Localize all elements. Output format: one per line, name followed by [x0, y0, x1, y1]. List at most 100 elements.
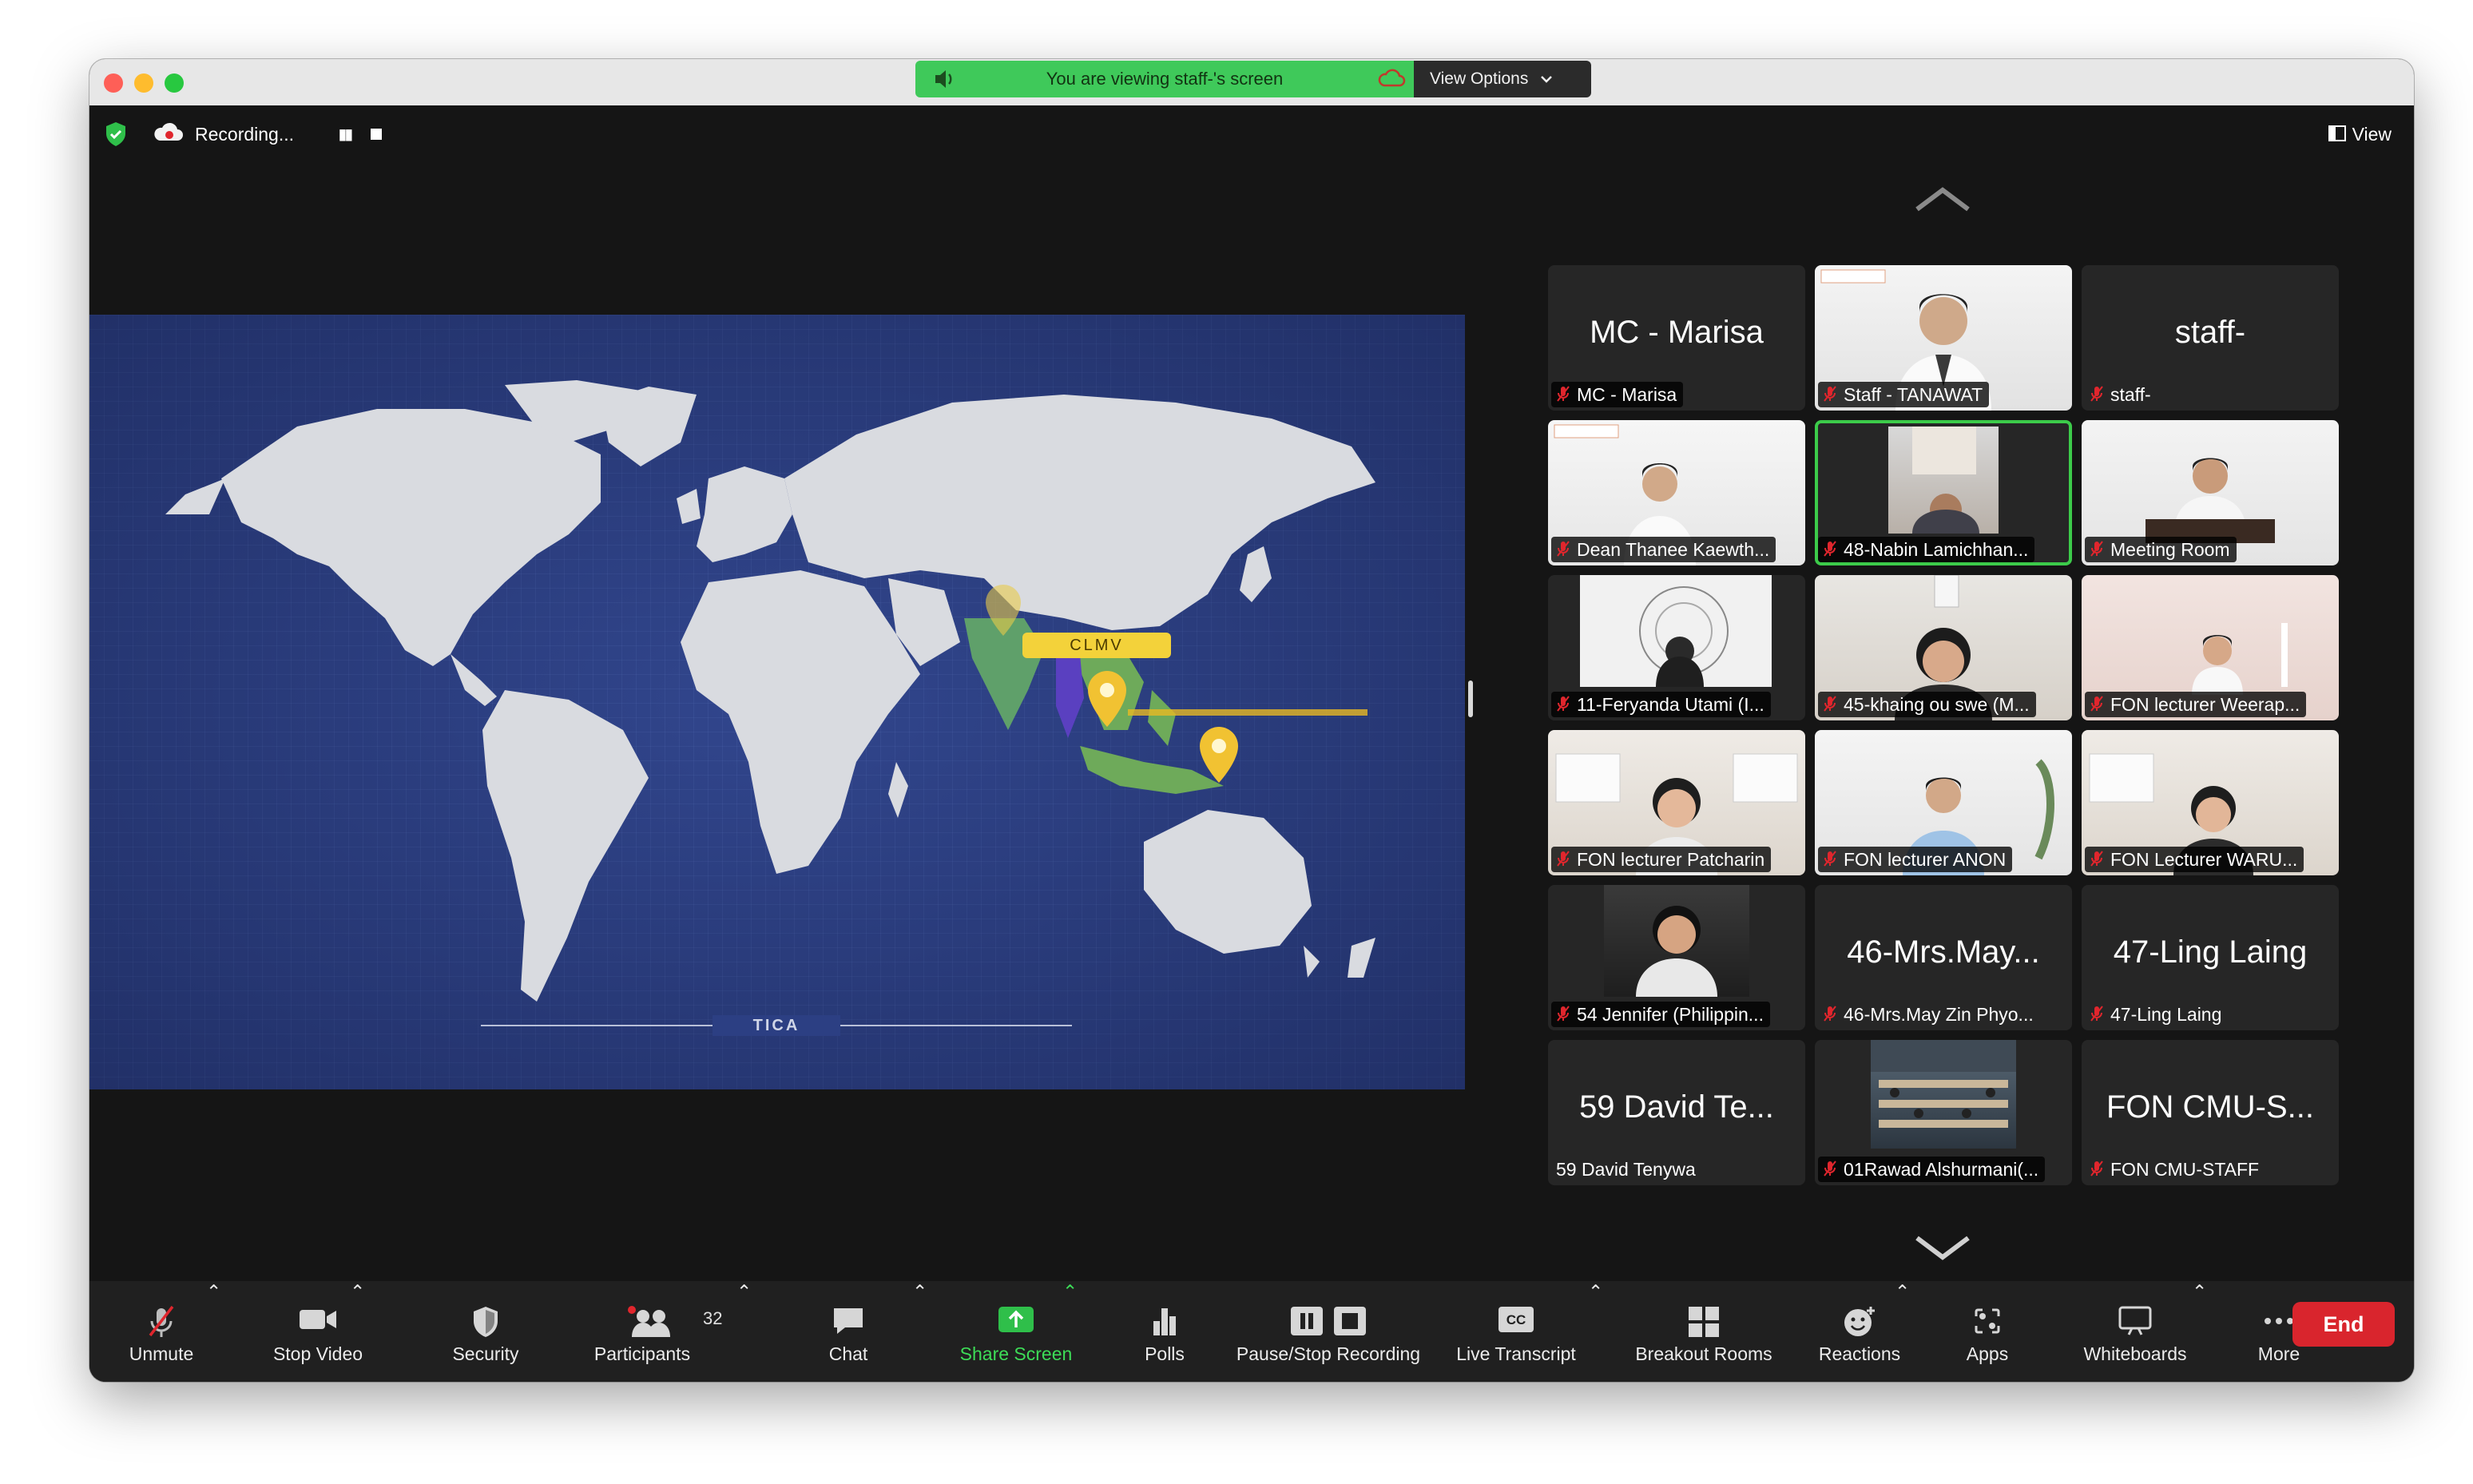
recording-indicator[interactable]: Recording... ▮▮: [153, 117, 393, 152]
participant-tile[interactable]: FON lecturer ANON: [1815, 730, 2072, 875]
muted-mic-icon: [2090, 1158, 2104, 1182]
chat-label: Chat: [828, 1343, 868, 1364]
participant-tile[interactable]: FON Lecturer WARU...: [2082, 730, 2339, 875]
polls-button[interactable]: Polls: [1109, 1281, 1221, 1382]
participant-tile[interactable]: 45-khaing ou swe (M...: [1815, 575, 2072, 720]
meeting-toolbar: Unmute ⌃ Stop Video ⌃ Security 32 Partic…: [89, 1281, 2414, 1382]
participant-name-label: FON lecturer Patcharin: [1551, 847, 1772, 872]
share-options-caret-icon[interactable]: ⌃: [1062, 1281, 1078, 1382]
pause-stop-recording-icon: [1289, 1305, 1367, 1342]
participant-tile[interactable]: Staff - TANAWAT: [1815, 265, 2072, 411]
participant-tile[interactable]: 59 David Te... 59 David Tenywa: [1548, 1040, 1805, 1185]
participant-tile[interactable]: 46-Mrs.May... 46-Mrs.May Zin Phyo...: [1815, 885, 2072, 1030]
participants-count: 32: [703, 1308, 723, 1328]
participant-name: 59 David Tenywa: [1556, 1159, 1696, 1180]
cloud-recording-icon: [1377, 61, 1406, 110]
muted-mic-icon: [1556, 383, 1570, 407]
chat-button[interactable]: Chat: [792, 1281, 904, 1382]
pause-stop-recording-button[interactable]: Pause/Stop Recording: [1221, 1281, 1436, 1382]
participant-name-large: 46-Mrs.May...: [1847, 934, 2040, 970]
muted-mic-icon: [1556, 848, 1570, 872]
participant-avatar-image: [1639, 586, 1729, 687]
participant-tile[interactable]: FON CMU-S... FON CMU-STAFF: [2082, 1040, 2339, 1185]
participant-tile[interactable]: 01Rawad Alshurmani(...: [1815, 1040, 2072, 1185]
encryption-shield-icon[interactable]: [104, 121, 128, 151]
maximize-window-button[interactable]: [165, 73, 184, 93]
breakout-rooms-label: Breakout Rooms: [1635, 1343, 1772, 1364]
participants-label: Participants: [593, 1343, 691, 1364]
title-bar: You are viewing staff-'s screen View Opt…: [89, 59, 2414, 105]
end-meeting-button[interactable]: End: [2292, 1302, 2395, 1347]
muted-mic-icon: [1823, 1003, 1837, 1027]
view-layout-icon: [2328, 118, 2346, 153]
participant-name-label: 48-Nabin Lamichhan...: [1818, 537, 2035, 562]
participant-tile[interactable]: 11-Feryanda Utami (I...: [1548, 575, 1805, 720]
video-options-caret-icon[interactable]: ⌃: [350, 1281, 365, 1382]
participant-name: 11-Feryanda Utami (I...: [1577, 694, 1764, 715]
participant-name-label: FON lecturer ANON: [1818, 847, 2013, 872]
participant-tile[interactable]: MC - Marisa MC - Marisa: [1548, 265, 1805, 411]
polls-label: Polls: [1145, 1343, 1185, 1364]
video-camera-icon: [298, 1305, 338, 1339]
view-options-label: View Options: [1430, 69, 1529, 88]
participants-button[interactable]: 32 Participants: [564, 1281, 748, 1382]
breakout-rooms-grid-icon: [1687, 1305, 1721, 1343]
muted-mic-icon: [2090, 848, 2104, 872]
cloud-recording-icon: [153, 117, 185, 163]
split-view-resize-handle[interactable]: [1468, 680, 1473, 717]
view-button[interactable]: View: [2328, 117, 2392, 152]
reactions-options-caret-icon[interactable]: ⌃: [1895, 1281, 1910, 1382]
participant-name-label: 47-Ling Laing: [2085, 1002, 2228, 1027]
muted-mic-icon: [1556, 693, 1570, 717]
more-label: More: [2257, 1343, 2300, 1364]
participant-tile[interactable]: 54 Jennifer (Philippin...: [1548, 885, 1805, 1030]
breakout-rooms-button[interactable]: Breakout Rooms: [1620, 1281, 1788, 1382]
more-ellipsis-icon: [2261, 1305, 2296, 1342]
participant-tile[interactable]: FON lecturer Patcharin: [1548, 730, 1805, 875]
participants-options-caret-icon[interactable]: ⌃: [736, 1281, 752, 1382]
participant-name-label: 54 Jennifer (Philippin...: [1551, 1002, 1770, 1027]
apps-button[interactable]: Apps: [1931, 1281, 2043, 1382]
participant-tile[interactable]: 47-Ling Laing 47-Ling Laing: [2082, 885, 2339, 1030]
whiteboards-options-caret-icon[interactable]: ⌃: [2192, 1281, 2207, 1382]
participant-name-label: Meeting Room: [2085, 537, 2237, 562]
participant-avatar-image: [1636, 906, 1717, 997]
unmute-button[interactable]: Unmute: [105, 1281, 217, 1382]
cc-badge-text: CC: [1506, 1312, 1526, 1327]
participant-tile[interactable]: Meeting Room: [2082, 420, 2339, 565]
participant-tile[interactable]: Dean Thanee Kaewth...: [1548, 420, 1805, 565]
chat-options-caret-icon[interactable]: ⌃: [912, 1281, 927, 1382]
close-window-button[interactable]: [104, 73, 123, 93]
stop-video-button[interactable]: Stop Video: [246, 1281, 390, 1382]
participant-tile-active-speaker[interactable]: 48-Nabin Lamichhan...: [1815, 420, 2072, 565]
security-shield-icon: [471, 1305, 500, 1343]
pause-stop-recording-label: Pause/Stop Recording: [1236, 1343, 1421, 1364]
video-feed: [1871, 1040, 2016, 1149]
audio-options-caret-icon[interactable]: ⌃: [206, 1281, 221, 1382]
world-map-image: [165, 380, 1375, 1026]
participant-name-large: 59 David Te...: [1579, 1089, 1774, 1125]
closed-caption-icon: CC: [1497, 1305, 1535, 1339]
participant-tile[interactable]: staff- staff-: [2082, 265, 2339, 411]
transcript-options-caret-icon[interactable]: ⌃: [1588, 1281, 1603, 1382]
polls-bar-chart-icon: [1149, 1305, 1181, 1342]
live-transcript-label: Live Transcript: [1456, 1343, 1576, 1364]
pause-recording-icon[interactable]: ▮▮: [339, 117, 353, 152]
stop-recording-icon[interactable]: [371, 129, 382, 140]
view-options-button[interactable]: View Options: [1414, 61, 1591, 97]
security-button[interactable]: Security: [414, 1281, 558, 1382]
shared-screen: CLMV TICA: [89, 315, 1465, 1089]
scroll-down-chevron-icon[interactable]: [1914, 1233, 1971, 1262]
participant-tile[interactable]: FON lecturer Weerap...: [2082, 575, 2339, 720]
participant-name-label: 11-Feryanda Utami (I...: [1551, 692, 1771, 717]
apps-label: Apps: [1966, 1343, 2009, 1364]
participant-name-label: 59 David Tenywa: [1551, 1157, 1702, 1182]
scroll-up-chevron-icon[interactable]: [1914, 185, 1971, 214]
view-label: View: [2352, 124, 2392, 145]
meeting-top-bar: Recording... ▮▮ View: [89, 105, 2414, 163]
zoom-window: You are viewing staff-'s screen View Opt…: [89, 59, 2414, 1382]
live-transcript-button[interactable]: CC Live Transcript: [1436, 1281, 1596, 1382]
minimize-window-button[interactable]: [134, 73, 153, 93]
whiteboards-label: Whiteboards: [2083, 1343, 2187, 1364]
whiteboards-button[interactable]: Whiteboards: [2059, 1281, 2211, 1382]
